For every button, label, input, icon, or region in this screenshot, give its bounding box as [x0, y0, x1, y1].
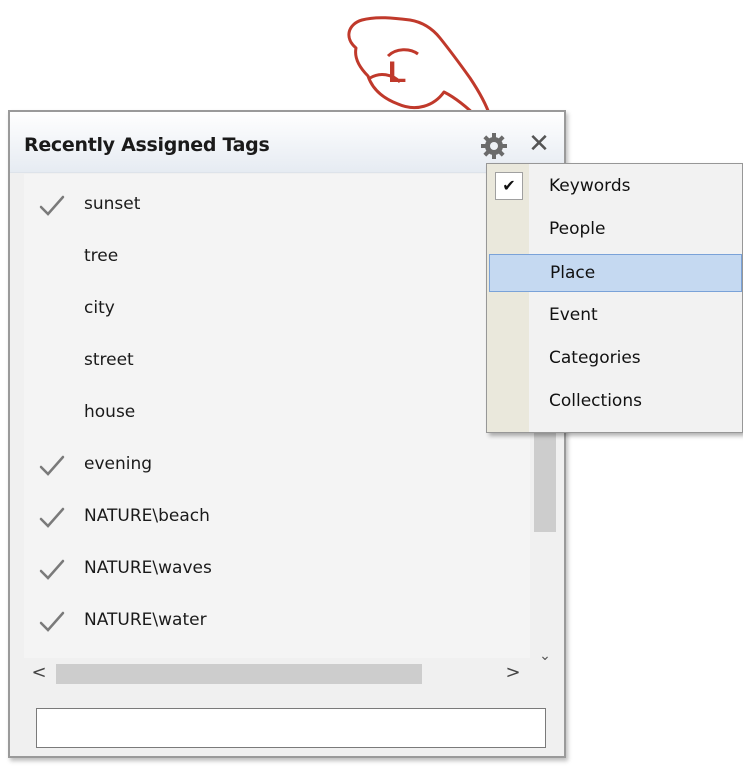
- tag-label: street: [84, 350, 134, 370]
- menu-item-people[interactable]: People: [489, 211, 742, 249]
- vertical-scroll-thumb[interactable]: [534, 422, 556, 532]
- menu-item-collections[interactable]: Collections: [489, 383, 742, 421]
- menu-item-event[interactable]: Event: [489, 297, 742, 335]
- menu-item-categories[interactable]: Categories: [489, 340, 742, 378]
- tag-row[interactable]: NATURE\waves: [24, 544, 530, 596]
- tag-label: NATURE\water: [84, 610, 207, 630]
- horizontal-scroll-thumb[interactable]: [56, 664, 422, 684]
- menu-item-label: Event: [549, 305, 598, 325]
- menu-item-label: Collections: [549, 391, 642, 411]
- tag-row[interactable]: street: [24, 336, 530, 388]
- checkmark-icon: [39, 455, 65, 476]
- tag-label: NATURE\beach: [84, 506, 210, 526]
- checkmark-icon: [39, 507, 65, 528]
- close-button[interactable]: ✕: [524, 126, 554, 162]
- tag-label: tree: [84, 246, 119, 266]
- tag-row[interactable]: NATURE\water: [24, 596, 530, 648]
- scroll-left-button[interactable]: <: [24, 658, 54, 688]
- checkmark-icon: [39, 195, 65, 216]
- tag-row[interactable]: evening: [24, 440, 530, 492]
- horizontal-scrollbar[interactable]: < >: [24, 658, 530, 688]
- tag-list: sunset tree city street house evening NATURE\b…: [24, 174, 530, 658]
- tag-row[interactable]: tree: [24, 232, 530, 284]
- tag-label: NATURE\waves: [84, 558, 212, 578]
- gear-icon[interactable]: [480, 132, 508, 160]
- menu-item-place[interactable]: Place: [489, 254, 742, 292]
- recent-tags-panel: Recently Assigned Tags ✕ sunset tree city s…: [8, 110, 566, 758]
- menu-item-label: Place: [550, 263, 596, 283]
- tag-row[interactable]: city: [24, 284, 530, 336]
- menu-item-label: Categories: [549, 348, 641, 368]
- tag-row[interactable]: house: [24, 388, 530, 440]
- checkmark-icon: [39, 559, 65, 580]
- checkmark-icon: [39, 611, 65, 632]
- tag-label: sunset: [84, 194, 141, 214]
- tag-input[interactable]: [36, 708, 546, 748]
- tag-label: evening: [84, 454, 153, 474]
- tag-row[interactable]: sunset: [24, 180, 530, 232]
- scroll-down-button[interactable]: ⌄: [534, 644, 556, 668]
- menu-item-keywords[interactable]: ✔ Keywords: [489, 168, 742, 206]
- panel-title: Recently Assigned Tags: [24, 134, 270, 156]
- tag-row[interactable]: NATURE\beach: [24, 492, 530, 544]
- panel-header: Recently Assigned Tags ✕: [10, 112, 564, 173]
- tag-label: city: [84, 298, 115, 318]
- scroll-right-button[interactable]: >: [498, 658, 528, 688]
- left-click-label: L: [388, 56, 406, 89]
- menu-check-icon: ✔: [495, 172, 523, 200]
- tag-type-menu: ✔ Keywords People Place Event Categories Colle…: [486, 163, 743, 433]
- menu-item-label: Keywords: [549, 176, 631, 196]
- tag-label: house: [84, 402, 136, 422]
- menu-item-label: People: [549, 219, 606, 239]
